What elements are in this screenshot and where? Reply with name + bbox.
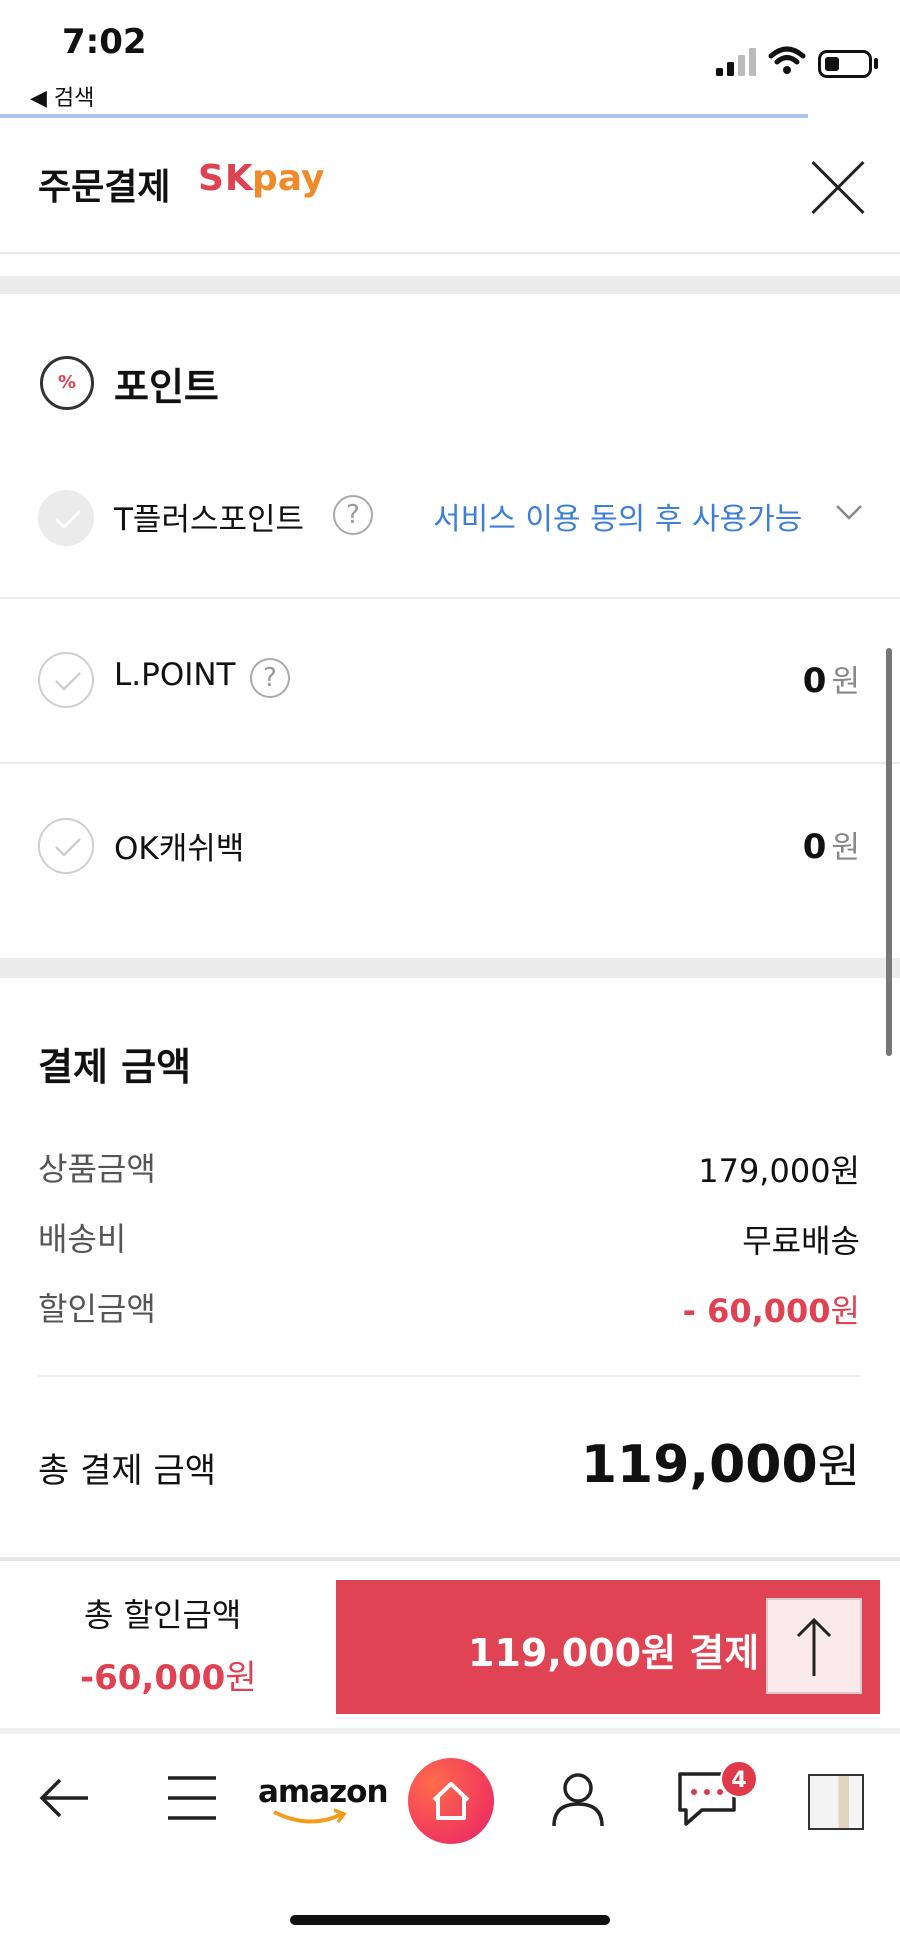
- tplus-checkbox[interactable]: [38, 490, 94, 546]
- scroll-to-top-button[interactable]: [766, 1598, 862, 1694]
- total-discount-number: -60,000: [80, 1658, 226, 1698]
- lpoint-amount: 0: [802, 661, 827, 701]
- lpoint-checkbox[interactable]: [38, 652, 94, 708]
- pay-button-label[interactable]: 119,000원 결제: [468, 1622, 759, 1677]
- percent-icon: %: [40, 356, 94, 410]
- notification-badge: 4: [720, 1760, 758, 1798]
- paybar-divider: [0, 1557, 900, 1561]
- battery-tip: [874, 58, 878, 69]
- status-time: 7:02: [62, 22, 147, 62]
- payment-section-title: 결제 금액: [38, 1045, 192, 1089]
- amazon-logo[interactable]: amazon: [258, 1774, 389, 1810]
- summary-divider: [38, 1375, 860, 1377]
- back-arrow-icon[interactable]: [36, 1768, 92, 1828]
- product-amount-label: 상품금액: [38, 1150, 156, 1188]
- total-payment-value: 119,000원: [581, 1430, 860, 1496]
- close-icon[interactable]: [808, 158, 868, 218]
- total-discount-label: 총 할인금액: [84, 1596, 242, 1634]
- check-icon: [55, 672, 81, 691]
- row-divider: [0, 597, 900, 599]
- tplus-consent-link[interactable]: 서비스 이용 동의 후 사용가능: [433, 494, 802, 538]
- total-discount-value: -60,000원: [80, 1650, 257, 1699]
- total-payment-unit: 원: [817, 1439, 860, 1493]
- lpoint-unit: 원: [831, 664, 860, 700]
- lpoint-label: L.POINT: [114, 657, 236, 693]
- check-icon: [55, 838, 81, 857]
- discount-amount-number: - 60,000: [682, 1292, 831, 1330]
- total-payment-number: 119,000: [580, 1435, 818, 1495]
- points-section-title: 포인트: [114, 365, 219, 409]
- arrow-up-icon: [796, 1617, 832, 1676]
- okcashbag-amount: 0: [802, 827, 827, 867]
- lpoint-amount-group[interactable]: 0 원: [803, 656, 860, 701]
- battery-icon: [818, 50, 872, 78]
- wifi-icon: [768, 46, 806, 74]
- shipping-value: 무료배송: [742, 1222, 860, 1260]
- discount-amount-value: - 60,000원: [683, 1286, 860, 1332]
- page-title: 주문결제: [38, 167, 171, 208]
- page-load-progress: [0, 114, 808, 118]
- sk-logo-text: SK: [198, 158, 254, 199]
- browser-toolbar-divider: [0, 1728, 900, 1734]
- section-separator: [0, 276, 900, 294]
- shipping-label: 배송비: [38, 1220, 127, 1258]
- row-divider: [0, 762, 900, 764]
- signal-icon: [716, 48, 756, 76]
- home-icon: [432, 1782, 470, 1820]
- discount-amount-label: 할인금액: [38, 1290, 156, 1328]
- okcashbag-checkbox[interactable]: [38, 818, 94, 874]
- menu-icon[interactable]: [166, 1768, 218, 1828]
- user-icon[interactable]: [550, 1768, 606, 1828]
- help-icon[interactable]: ?: [250, 658, 290, 698]
- help-icon[interactable]: ?: [333, 495, 373, 535]
- okcashbag-unit: 원: [831, 830, 860, 866]
- amazon-smile-icon: [273, 1808, 347, 1824]
- home-indicator[interactable]: [290, 1915, 610, 1925]
- back-to-app-link[interactable]: ◀ 검색: [30, 80, 94, 112]
- pay-logo-text: pay: [252, 158, 325, 199]
- okcashbag-amount-group[interactable]: 0 원: [803, 822, 860, 867]
- total-payment-label: 총 결제 금액: [38, 1451, 217, 1491]
- discount-amount-unit: 원: [830, 1292, 860, 1330]
- scrollbar[interactable]: [886, 648, 892, 1056]
- home-button[interactable]: [408, 1758, 494, 1844]
- section-separator: [0, 958, 900, 978]
- header-divider: [0, 252, 900, 254]
- tabs-thumbnail[interactable]: [808, 1774, 864, 1830]
- check-icon: [54, 509, 82, 530]
- chevron-down-icon[interactable]: [836, 504, 862, 520]
- product-amount-value: 179,000원: [698, 1152, 860, 1190]
- total-discount-unit: 원: [225, 1658, 257, 1698]
- tplus-label: T플러스포인트: [114, 502, 305, 538]
- okcashbag-label: OK캐쉬백: [114, 831, 245, 867]
